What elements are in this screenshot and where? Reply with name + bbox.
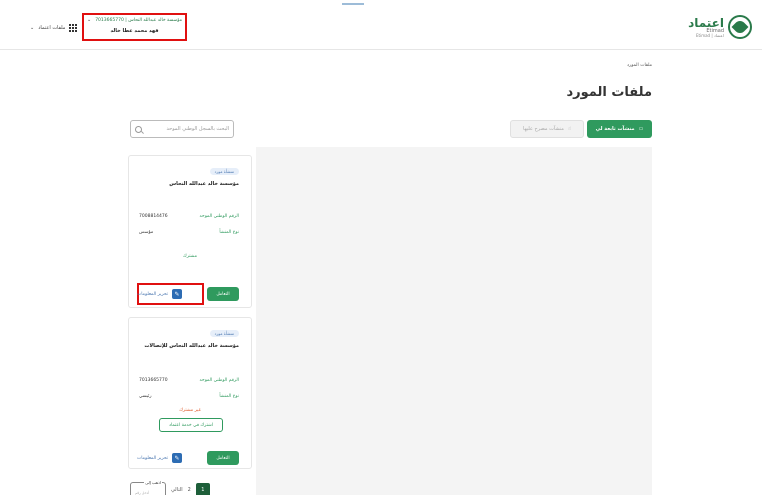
breadcrumb[interactable]: ملفات المورد [627,63,652,68]
search-icon [135,125,142,133]
unified-number-label: الرقم الوطني الموحد [199,214,239,219]
tab-authorized[interactable]: منشآت مصرح عليها ☝ [510,120,584,138]
subscription-status: مشترك [183,254,197,259]
goto-page-input[interactable]: اذهب إلى أدخل رقم [130,480,166,495]
subscribe-button[interactable]: اشترك في خدمة اعتماد [159,418,223,432]
next-page-link[interactable]: التالي [171,487,183,493]
chevron-down-icon: ⌄ [87,17,92,23]
files-menu[interactable]: ⌄ ملفات اعتماد [30,24,78,32]
establishment-tabs: منشآت مصرح عليها ☝ منشآت تابعة لي ▭ [510,120,652,138]
edit-icon: ✎ [172,289,183,299]
hand-icon: ☝ [568,126,572,132]
logo-text-ar: اعتماد [688,15,724,30]
establishment-tag: منشأة مورد [209,168,239,175]
logo-emblem-icon [728,15,752,39]
files-menu-label: ملفات اعتماد [38,25,66,31]
establishment-card: منشأة مورد مؤسسة خالد عبدالله النحاس 700… [128,155,252,308]
establishment-type-value: رئيسي [139,394,152,399]
unified-number-value: 7008814476 [139,214,168,219]
apps-grid-icon [69,24,78,32]
page-title: ملفات المورد [566,85,652,100]
establishment-type-label: نوع المنشأ [219,394,239,399]
deal-button[interactable]: التعامل [207,287,239,301]
logo-text-sub: Etimad | اعتماد [695,32,724,38]
edit-info-button[interactable]: تحرير المعلومات ✎ [137,289,183,299]
user-name: فهد محمد عطا خالد [110,28,159,34]
tab-my-establishments[interactable]: منشآت تابعة لي ▭ [587,120,652,138]
main-content: ملفات المورد ملفات المورد البحث بالسجل ا… [128,55,652,495]
chevron-down-icon: ⌄ [30,25,35,31]
deal-button[interactable]: التعامل [207,451,239,465]
top-bar: اعتماد Etimad Etimad | اعتماد ⌄ مؤسسة خا… [0,0,762,50]
establishment-card: منشأة مورد مؤسسة خالد عبدالله النحاس للإ… [128,317,252,469]
edit-info-button[interactable]: تحرير المعلومات ✎ [137,453,183,463]
establishment-tag: منشأة مورد [209,330,239,337]
establishment-name: مؤسسة خالد عبدالله النحاس للإتصالات [144,343,239,349]
search-input[interactable]: البحث بالسجل الوطني الموحد [130,120,234,138]
unified-number-value: 7013665770 [139,378,168,383]
pagination: اذهب إلى أدخل رقم التالي 2 1 [130,480,210,495]
establishment-name: مؤسسة خالد عبدالله النحاس [169,181,239,187]
subscription-status: غير مشترك [179,408,201,413]
etimad-logo[interactable]: اعتماد Etimad Etimad | اعتماد [688,15,752,39]
search-placeholder: البحث بالسجل الوطني الموحد [166,126,230,132]
page-1[interactable]: 1 [195,483,210,495]
page-2[interactable]: 2 [188,487,191,493]
establishment-type-value: مؤسس [139,230,154,235]
user-account-menu[interactable]: ⌄ مؤسسة خالد عبدالله النحاس | 7013665770… [82,13,187,41]
user-org-line: مؤسسة خالد عبدالله النحاس | 7013665770 [95,17,182,23]
establishment-type-label: نوع المنشأ [219,230,239,235]
tab-indicator [342,3,364,5]
unified-number-label: الرقم الوطني الموحد [199,378,239,383]
edit-icon: ✎ [172,453,183,463]
details-panel [256,147,652,495]
briefcase-icon: ▭ [638,126,644,132]
